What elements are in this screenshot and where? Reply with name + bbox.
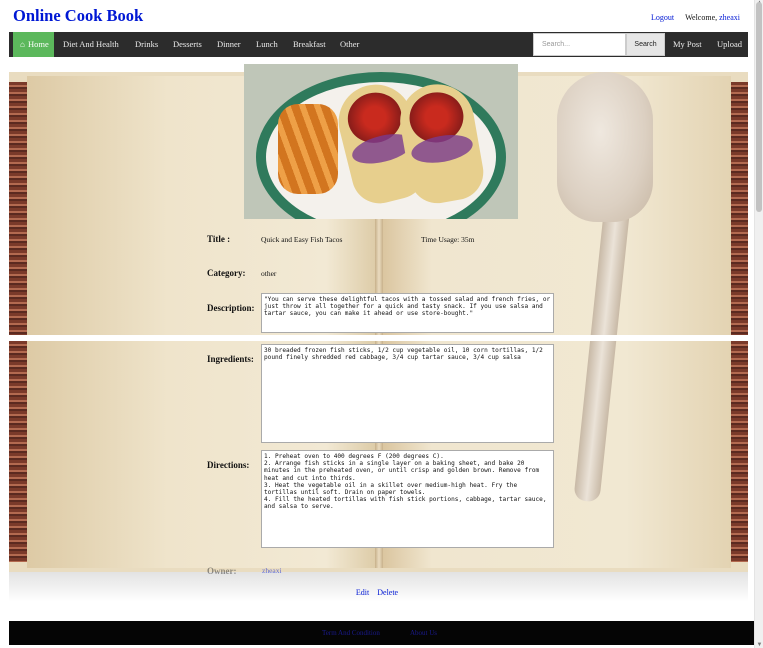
recipe-actions: Edit Delete bbox=[0, 588, 754, 597]
directions-label: Directions: bbox=[207, 460, 250, 470]
welcome-text: Welcome, bbox=[685, 13, 718, 22]
scroll-down-arrow-icon[interactable]: ▼ bbox=[756, 642, 763, 648]
vertical-scrollbar[interactable]: ▲ ▼ bbox=[754, 0, 763, 648]
site-title[interactable]: Online Cook Book bbox=[13, 6, 143, 26]
home-icon: ⌂ bbox=[20, 40, 25, 49]
book-edge-right bbox=[730, 82, 748, 562]
delete-link[interactable]: Delete bbox=[377, 588, 398, 597]
description-textarea[interactable]: "You can serve these delightful tacos wi… bbox=[261, 293, 554, 333]
search-button[interactable]: Search bbox=[626, 33, 665, 56]
time-usage: Time Usage: 35m bbox=[421, 235, 475, 244]
nav-drinks[interactable]: Drinks bbox=[135, 32, 158, 57]
nav-diet-and-health[interactable]: Diet And Health bbox=[63, 32, 119, 57]
scrollbar-thumb[interactable] bbox=[756, 2, 762, 212]
nav-breakfast[interactable]: Breakfast bbox=[293, 32, 326, 57]
footer: Term And Condition About Us bbox=[9, 621, 754, 645]
nav-home[interactable]: ⌂ Home bbox=[13, 32, 54, 57]
nav-other[interactable]: Other bbox=[340, 32, 359, 57]
edit-link[interactable]: Edit bbox=[356, 588, 369, 597]
logout-link[interactable]: Logout bbox=[651, 13, 674, 22]
ingredients-textarea[interactable]: 30 breaded frozen fish sticks, 1/2 cup v… bbox=[261, 344, 554, 443]
page: Online Cook Book Logout Welcome, zheaxi … bbox=[0, 0, 754, 648]
nav-desserts[interactable]: Desserts bbox=[173, 32, 202, 57]
book-shadow bbox=[9, 572, 748, 602]
title-label: Title : bbox=[207, 234, 231, 244]
search-input[interactable]: Search... bbox=[533, 33, 626, 56]
user-links: Logout Welcome, zheaxi bbox=[651, 13, 740, 22]
recipe-title: Quick and Easy Fish Tacos bbox=[261, 235, 343, 244]
directions-textarea[interactable]: 1. Preheat oven to 400 degrees F (200 de… bbox=[261, 450, 554, 548]
username-link[interactable]: zheaxi bbox=[719, 13, 740, 22]
nav-lunch[interactable]: Lunch bbox=[256, 32, 278, 57]
main-navbar: ⌂ Home Diet And Health Drinks Desserts Di… bbox=[9, 32, 748, 57]
description-label: Description: bbox=[207, 303, 255, 313]
category-label: Category: bbox=[207, 268, 246, 278]
recipe-photo bbox=[244, 64, 518, 219]
wooden-spoon bbox=[557, 72, 653, 222]
book-edge-left bbox=[9, 82, 27, 562]
owner-link[interactable]: zheaxi bbox=[262, 566, 282, 575]
nav-dinner[interactable]: Dinner bbox=[217, 32, 241, 57]
ingredients-label: Ingredients: bbox=[207, 354, 254, 364]
nav-upload[interactable]: Upload bbox=[717, 32, 742, 57]
nav-home-label: Home bbox=[28, 39, 49, 49]
terms-link[interactable]: Term And Condition bbox=[322, 629, 380, 637]
nav-my-post[interactable]: My Post bbox=[673, 32, 702, 57]
about-link[interactable]: About Us bbox=[410, 629, 437, 637]
image-seam bbox=[9, 335, 748, 341]
owner-label: Owner: bbox=[207, 566, 237, 576]
fries bbox=[278, 104, 338, 194]
recipe-category: other bbox=[261, 269, 277, 278]
